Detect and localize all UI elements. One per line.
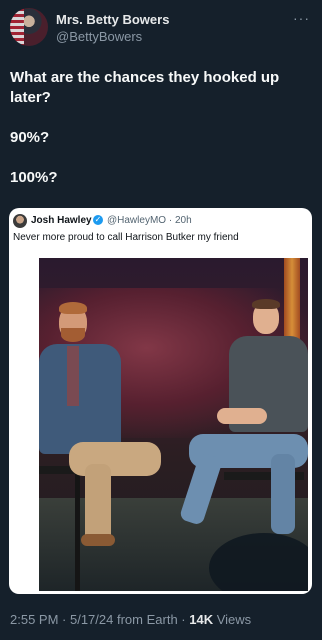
meta-separator: · [168,215,173,226]
more-options-icon[interactable]: ··· [293,10,310,26]
person-left-hair [59,302,87,314]
tweet-line: What are the chances they hooked up late… [10,69,280,106]
author-handle[interactable]: @BettyBowers [56,29,142,44]
stool-leg [75,472,80,591]
quoted-display-name[interactable]: Josh Hawley [31,215,92,226]
person-right-hair [252,299,280,309]
tweet-date[interactable]: 5/17/24 [70,612,113,627]
person-left-shin [85,464,111,542]
quoted-meta: @HawleyMO · 20h [107,215,192,226]
tweet-line: 90%? [10,129,50,146]
tweet-source: from Earth [116,612,178,627]
views-count[interactable]: 14K [189,612,213,627]
tweet-line: 100%? [10,169,58,186]
person-left-shoe [81,534,115,546]
person-right-arms [217,408,267,424]
avatar[interactable] [10,8,48,46]
tweet-header: Mrs. Betty Bowers @BettyBowers ··· [10,8,312,50]
quoted-handle[interactable]: @HawleyMO [107,215,166,226]
quoted-tweet-header: Josh Hawley ✓ @HawleyMO · 20h [13,214,308,230]
person-left-shirt [67,346,79,406]
views-label: Views [216,612,252,627]
person-left-legs [69,442,161,476]
person-left-jacket [39,344,121,454]
quoted-tweet-card[interactable]: Josh Hawley ✓ @HawleyMO · 20h Never more… [9,208,312,594]
person-left-beard [61,328,85,342]
tweet-footer: 2:55 PM · 5/17/24 from Earth · 14K Views [10,612,252,627]
tweet-time[interactable]: 2:55 PM [10,612,58,627]
quoted-tweet-photo[interactable] [39,258,308,591]
person-right-shin [271,454,295,534]
quoted-time[interactable]: 20h [175,215,192,226]
tweet-text: What are the chances they hooked up late… [10,68,310,208]
quoted-tweet-text: Never more proud to call Harrison Butker… [13,232,239,243]
flag-graphic [10,8,24,46]
quoted-avatar[interactable] [13,214,27,228]
author-display-name[interactable]: Mrs. Betty Bowers [56,12,169,27]
verified-badge-icon: ✓ [93,215,103,225]
